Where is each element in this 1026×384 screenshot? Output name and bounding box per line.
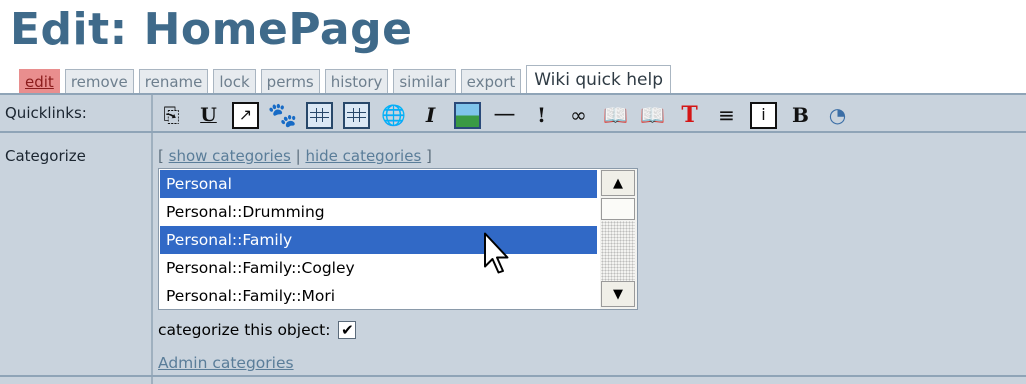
- tab-rename[interactable]: rename: [138, 69, 209, 93]
- bold-icon[interactable]: B: [787, 102, 814, 129]
- list-item[interactable]: Personal::Family::Cogley: [160, 254, 597, 282]
- bracket-close: ]: [426, 147, 432, 165]
- categorize-checkbox[interactable]: ✔: [338, 321, 357, 339]
- table-icon[interactable]: [306, 101, 333, 129]
- external-link-icon[interactable]: ↗: [232, 101, 259, 129]
- show-categories-link[interactable]: show categories: [169, 147, 291, 165]
- exclamation-icon[interactable]: !: [528, 102, 555, 129]
- tab-edit[interactable]: edit: [19, 69, 60, 93]
- horizontal-rule-icon[interactable]: —: [491, 102, 518, 129]
- tab-wiki-quick-help[interactable]: Wiki quick help: [526, 65, 672, 93]
- category-links: [ show categories | hide categories ]: [158, 147, 432, 165]
- table-alt-icon[interactable]: [343, 101, 370, 129]
- tab-perms[interactable]: perms: [260, 69, 320, 93]
- tab-similar[interactable]: similar: [393, 69, 456, 93]
- globe-link-icon[interactable]: 🌐: [380, 102, 407, 129]
- paw-icon[interactable]: 🐾: [268, 102, 298, 129]
- mouse-cursor-icon: [484, 232, 509, 274]
- info-icon[interactable]: i: [750, 101, 777, 129]
- page-title: Edit: HomePage: [10, 4, 413, 55]
- quicklinks-label: Quicklinks:: [5, 104, 87, 122]
- row-divider: [0, 375, 1026, 377]
- categorize-checkbox-label: categorize this object:: [158, 321, 331, 339]
- copy-icon[interactable]: ⎘: [158, 102, 185, 129]
- tab-export[interactable]: export: [460, 69, 522, 93]
- scroll-thumb[interactable]: [601, 198, 635, 220]
- scroll-track[interactable]: [601, 221, 635, 281]
- action-tabs: edit remove rename lock perms history si…: [19, 65, 672, 93]
- book-icon[interactable]: 📖: [602, 102, 629, 129]
- underline-icon[interactable]: U: [195, 102, 222, 129]
- quicklinks-toolbar: ⎘ U ↗ 🐾 🌐 I — ! ∞ 📖 📖 T ≡ i B ◔: [158, 97, 851, 133]
- list-scrollbar[interactable]: ▲ ▼: [600, 169, 637, 309]
- admin-categories-link[interactable]: Admin categories: [158, 354, 294, 372]
- align-center-icon[interactable]: ≡: [713, 102, 740, 129]
- book-alt-icon[interactable]: 📖: [639, 102, 666, 129]
- column-divider: [151, 95, 153, 384]
- link-icon[interactable]: ∞: [565, 102, 592, 129]
- list-item[interactable]: Personal::Family::Mori: [160, 282, 597, 309]
- list-item[interactable]: Personal: [160, 170, 597, 198]
- tab-history[interactable]: history: [324, 69, 389, 93]
- italic-icon[interactable]: I: [417, 102, 444, 129]
- tab-remove[interactable]: remove: [64, 69, 134, 93]
- list-item[interactable]: Personal::Drumming: [160, 198, 597, 226]
- title-text-icon[interactable]: T: [676, 102, 703, 129]
- bracket-open: [: [158, 147, 164, 165]
- scroll-down-arrow-icon[interactable]: ▼: [601, 281, 635, 307]
- categorize-checkbox-row: categorize this object: ✔: [158, 321, 357, 339]
- image-icon[interactable]: [454, 101, 481, 129]
- link-separator: |: [295, 147, 301, 165]
- categorize-label: Categorize: [5, 147, 86, 165]
- category-select-list[interactable]: Personal Personal::Drumming Personal::Fa…: [158, 168, 638, 310]
- partial-icon[interactable]: ◔: [824, 102, 851, 129]
- list-item[interactable]: Personal::Family: [160, 226, 597, 254]
- hide-categories-link[interactable]: hide categories: [305, 147, 421, 165]
- scroll-up-arrow-icon[interactable]: ▲: [601, 170, 635, 196]
- edit-form-table: Quicklinks: ⎘ U ↗ 🐾 🌐 I — ! ∞ 📖 📖 T ≡ i …: [0, 93, 1026, 384]
- tab-lock[interactable]: lock: [213, 69, 256, 93]
